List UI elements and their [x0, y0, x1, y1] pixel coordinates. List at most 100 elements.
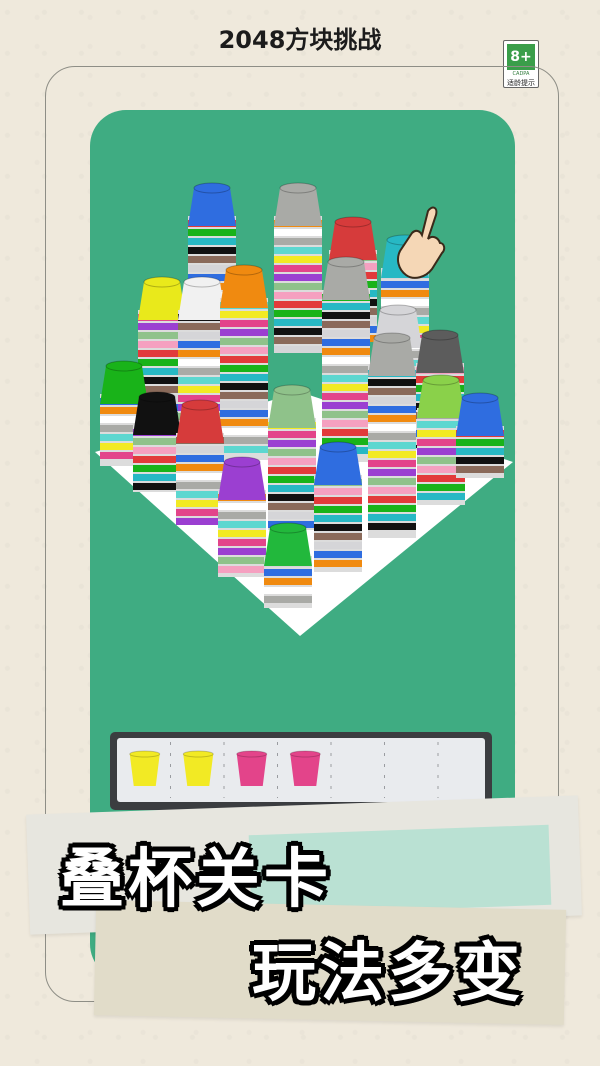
- stack-stripe: [268, 494, 316, 501]
- cup-stack[interactable]: [133, 391, 181, 492]
- top-cup-rim: [279, 182, 317, 194]
- stack-stripe: [322, 312, 370, 319]
- stack-stripe: [178, 332, 226, 339]
- stack-stripe: [368, 397, 416, 404]
- top-cup-rim: [143, 276, 181, 288]
- stack-stripe: [322, 357, 370, 364]
- stack-stripe: [218, 512, 266, 519]
- stack-stripe: [220, 419, 268, 426]
- top-cup-rim: [319, 441, 357, 453]
- stack-stripe: [274, 328, 322, 335]
- top-cup: [220, 270, 268, 308]
- stack-stripe: [220, 365, 268, 372]
- cup-stack[interactable]: [220, 264, 268, 460]
- stack-stripe: [456, 439, 504, 446]
- stack-stripe: [218, 521, 266, 528]
- stack-stripe: [133, 456, 181, 463]
- stack-stripe: [381, 281, 429, 288]
- stack-stripe: [368, 496, 416, 503]
- top-cup: [416, 335, 464, 373]
- stack-stripe: [314, 542, 362, 549]
- stack-stripe: [368, 487, 416, 494]
- top-cup: [268, 390, 316, 428]
- cup-stack[interactable]: [456, 392, 504, 478]
- top-cup: [329, 222, 377, 260]
- stack-stripe: [368, 406, 416, 413]
- stack-stripe: [176, 518, 224, 525]
- stack-stripe: [322, 375, 370, 382]
- stack-stripe: [264, 569, 312, 576]
- stack-stripe: [178, 368, 226, 375]
- stack-stripe: [178, 323, 226, 330]
- top-cup: [264, 528, 312, 566]
- stack-stripe: [417, 493, 465, 500]
- cup-stack[interactable]: [176, 399, 224, 525]
- top-cup-rim: [225, 264, 263, 276]
- stack-stripe: [314, 533, 362, 540]
- stack-stripe: [176, 455, 224, 462]
- stack-stripe: [220, 374, 268, 381]
- stack-stripe: [274, 247, 322, 254]
- stack-stripe: [314, 506, 362, 513]
- top-cup: [188, 188, 236, 226]
- stack-stripe: [322, 330, 370, 337]
- cup-stack[interactable]: [218, 456, 266, 577]
- stack-stripe: [417, 484, 465, 491]
- stack-stripe: [218, 539, 266, 546]
- stack-stripe: [368, 460, 416, 467]
- cup-stack[interactable]: [268, 384, 316, 530]
- cup-stack[interactable]: [322, 256, 370, 462]
- stack-stripe: [133, 483, 181, 490]
- stack-stripe: [314, 524, 362, 531]
- stack-stripe: [274, 337, 322, 344]
- stack-stripe: [176, 464, 224, 471]
- stack-stripe: [220, 329, 268, 336]
- stack-stripe: [178, 359, 226, 366]
- top-cup-rim: [183, 276, 221, 288]
- stack-stripe: [456, 448, 504, 455]
- top-cup: [218, 462, 266, 500]
- stack-stripe: [268, 458, 316, 465]
- stack-stripe: [133, 438, 181, 445]
- stack-stripe: [268, 476, 316, 483]
- stack-stripe: [322, 411, 370, 418]
- stack-stripe: [314, 488, 362, 495]
- cup-collection-tray: [110, 732, 492, 810]
- stack-stripe: [322, 420, 370, 427]
- top-cup-rim: [269, 522, 307, 534]
- stack-stripe: [368, 514, 416, 521]
- stack-stripe: [322, 366, 370, 373]
- top-cup-rim: [421, 329, 459, 341]
- top-cup: [314, 447, 362, 485]
- cup-stack[interactable]: [368, 332, 416, 538]
- stack-stripe: [368, 469, 416, 476]
- stack-stripe: [368, 478, 416, 485]
- top-cup-rim: [334, 216, 372, 228]
- stack-stripe: [218, 566, 266, 573]
- cup-stack[interactable]: [264, 522, 312, 608]
- stack-stripe: [368, 424, 416, 431]
- stack-stripe: [322, 393, 370, 400]
- stack-stripe: [322, 303, 370, 310]
- stack-stripe: [188, 247, 236, 254]
- stack-stripe: [220, 410, 268, 417]
- stack-stripe: [274, 346, 322, 353]
- stack-stripe: [220, 338, 268, 345]
- stack-stripe: [274, 301, 322, 308]
- stack-stripe: [220, 311, 268, 318]
- stack-stripe: [268, 431, 316, 438]
- stack-stripe: [264, 587, 312, 594]
- stack-stripe: [268, 485, 316, 492]
- top-cup: [417, 380, 465, 418]
- slogan-line-1: 叠杯关卡: [60, 843, 332, 917]
- stack-stripe: [220, 356, 268, 363]
- cup-stack[interactable]: [314, 441, 362, 572]
- cup-stack[interactable]: [274, 182, 322, 353]
- stack-stripe: [176, 446, 224, 453]
- stack-stripe: [264, 596, 312, 603]
- stack-stripe: [322, 429, 370, 436]
- stack-stripe: [220, 401, 268, 408]
- stack-stripe: [188, 229, 236, 236]
- top-cup: [133, 397, 181, 435]
- pointing-hand-icon: [397, 206, 446, 279]
